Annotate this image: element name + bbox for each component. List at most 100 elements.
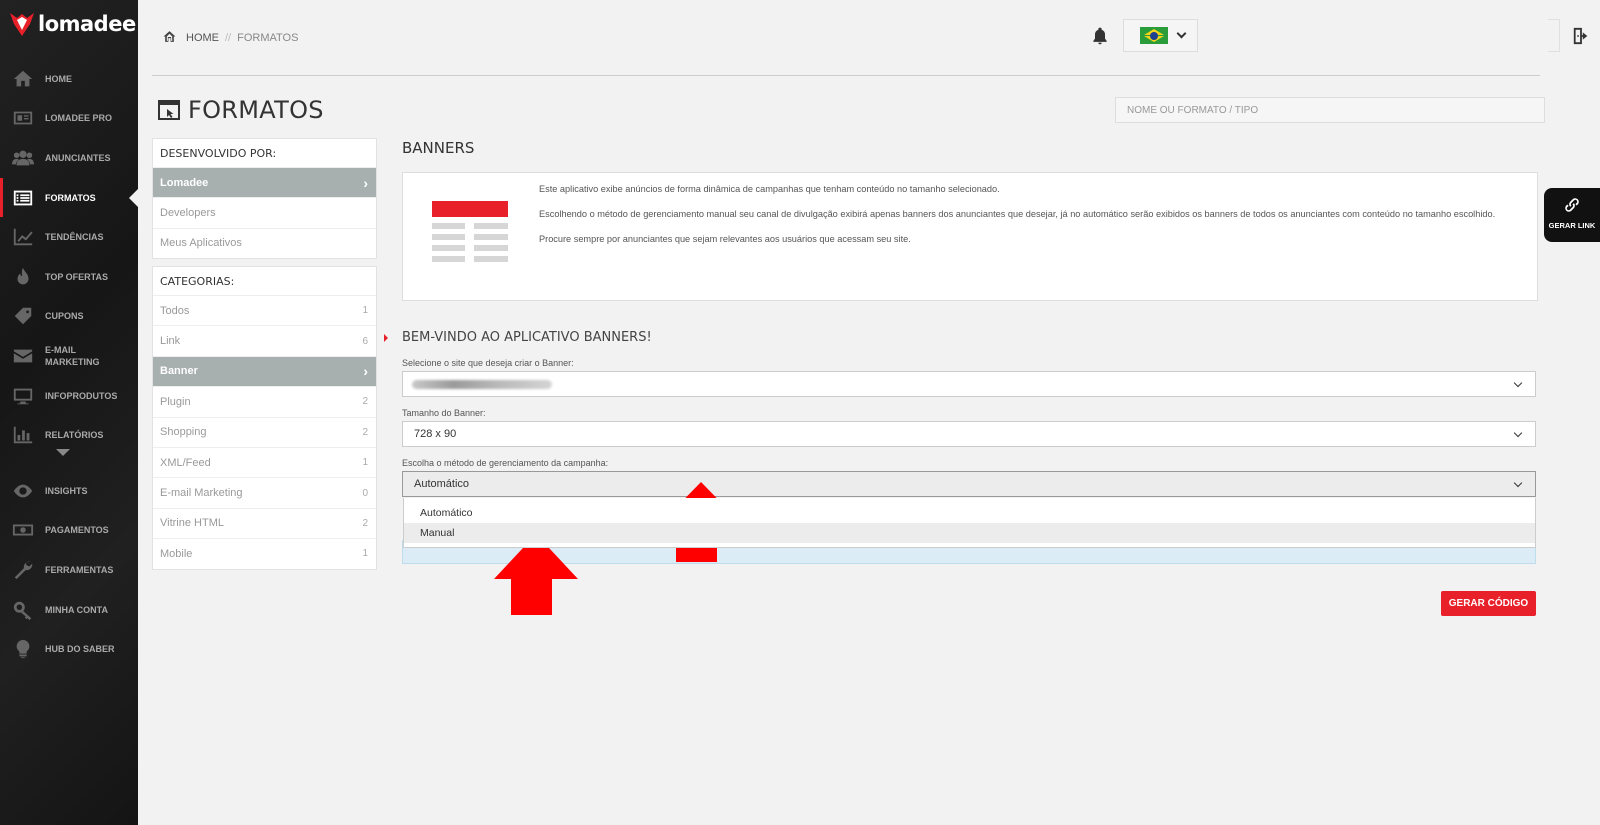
category-item-vitrine-html[interactable]: Vitrine HTML 2 — [153, 507, 376, 538]
method-label: Escolha o método de gerenciamento da cam… — [402, 458, 609, 468]
sidebar-item-minha-conta[interactable]: MINHA CONTA — [0, 590, 138, 630]
description-paragraph: Este aplicativo exibe anúncios de forma … — [539, 184, 1000, 194]
category-count: 0 — [362, 487, 368, 499]
chevron-right-icon: › — [363, 174, 368, 191]
language-selector[interactable] — [1123, 19, 1198, 52]
developer-item-developers[interactable]: Developers — [153, 197, 376, 227]
sidebar-item-insights[interactable]: INSIGHTS — [0, 471, 138, 511]
sidebar-item-pagamentos[interactable]: PAGAMENTOS — [0, 511, 138, 551]
sidebar-item-label: FERRAMENTAS — [45, 564, 114, 575]
category-item-plugin[interactable]: Plugin 2 — [153, 386, 376, 416]
banner-size-select[interactable]: 728 x 90 — [402, 421, 1536, 447]
page-title: FORMATOS — [158, 96, 324, 124]
sidebar-item-infoprodutos[interactable]: INFOPRODUTOS — [0, 376, 138, 416]
sidebar-item-relatorios[interactable]: RELATÓRIOS — [0, 415, 138, 455]
category-label: Shopping — [160, 426, 207, 439]
category-item-email-marketing[interactable]: E-mail Marketing 0 — [153, 477, 376, 507]
blurred-site-value — [412, 379, 552, 389]
sidebar-item-label: TOP OFERTAS — [45, 271, 109, 282]
logo-text: lomadee — [38, 12, 136, 36]
users-icon — [12, 147, 34, 169]
developer-item-label: Developers — [160, 207, 216, 220]
breadcrumb-separator: // — [225, 32, 232, 44]
category-item-shopping[interactable]: Shopping 2 — [153, 416, 376, 447]
app-description: Este aplicativo exibe anúncios de forma … — [539, 183, 1529, 258]
sidebar-item-label: FORMATOS — [45, 192, 96, 203]
panel-heading: DESENVOLVIDO POR: — [160, 146, 277, 160]
category-count: 6 — [362, 335, 368, 347]
site-label: Selecione o site que deseja criar o Bann… — [402, 358, 574, 368]
list-icon — [12, 187, 34, 209]
sidebar-item-label: HUB DO SABER — [45, 644, 115, 655]
method-option-automatico[interactable]: Automático — [404, 503, 1535, 523]
gerar-link-button[interactable]: GERAR LINK — [1544, 188, 1600, 242]
sidebar-item-top-ofertas[interactable]: TOP OFERTAS — [0, 257, 138, 297]
home-icon[interactable] — [163, 30, 176, 46]
logout-icon[interactable] — [1572, 26, 1590, 51]
sidebar-item-label: RELATÓRIOS — [45, 430, 104, 441]
category-item-mobile[interactable]: Mobile 1 — [153, 538, 376, 568]
logo[interactable]: lomadee — [8, 10, 136, 38]
key-icon — [12, 599, 34, 621]
category-count: 2 — [362, 517, 368, 529]
sidebar-item-tendencias[interactable]: TENDÊNCIAS — [0, 217, 138, 257]
banner-size-label: Tamanho do Banner: — [402, 408, 486, 418]
sidebar-item-email-marketing[interactable]: E-MAIL MARKETING — [0, 336, 138, 376]
money-icon — [12, 519, 34, 541]
chevron-down-icon — [1513, 478, 1523, 488]
brazil-flag-icon — [1140, 27, 1168, 44]
category-item-xml-feed[interactable]: XML/Feed 1 — [153, 446, 376, 477]
header-divider — [152, 75, 1540, 76]
breadcrumb-home-link[interactable]: HOME — [186, 32, 219, 44]
category-item-todos[interactable]: Todos 1 — [153, 295, 376, 325]
notifications-bell-icon[interactable] — [1090, 26, 1110, 51]
sidebar-item-label: LOMADEE PRO — [45, 113, 113, 124]
sidebar-item-ferramentas[interactable]: FERRAMENTAS — [0, 550, 138, 590]
category-label: Link — [160, 335, 181, 348]
sidebar-item-label: ANUNCIANTES — [45, 152, 111, 163]
generate-code-button[interactable]: GERAR CÓDIGO — [1441, 591, 1536, 616]
sidebar-item-anunciantes[interactable]: ANUNCIANTES — [0, 138, 138, 178]
category-item-link[interactable]: Link 6 — [153, 325, 376, 355]
search-input[interactable] — [1115, 97, 1545, 123]
topbar-divider — [1548, 19, 1560, 52]
category-item-banner[interactable]: Banner › — [153, 355, 376, 387]
category-label: Vitrine HTML — [160, 517, 224, 530]
gerar-link-label: GERAR LINK — [1548, 221, 1596, 230]
sidebar-item-cupons[interactable]: CUPONS — [0, 297, 138, 337]
site-select[interactable] — [402, 371, 1536, 397]
section-title: BANNERS — [402, 139, 475, 157]
chevron-down-icon — [1513, 378, 1523, 388]
welcome-heading: BEM-VINDO AO APLICATIVO BANNERS! — [402, 330, 652, 345]
bar-chart-icon — [12, 424, 34, 446]
formats-window-icon — [158, 100, 180, 120]
breadcrumb: HOME // FORMATOS — [163, 30, 298, 46]
sidebar-item-formatos[interactable]: FORMATOS — [0, 177, 138, 218]
panel-heading: CATEGORIAS: — [160, 274, 235, 288]
category-label: E-mail Marketing — [160, 487, 243, 500]
app-description-box: Este aplicativo exibe anúncios de forma … — [402, 172, 1538, 301]
description-paragraph: Procure sempre por anunciantes que sejam… — [539, 234, 911, 244]
method-select[interactable]: Automático — [402, 471, 1536, 497]
eye-icon — [12, 480, 34, 502]
developer-item-lomadee[interactable]: Lomadee › — [153, 167, 376, 198]
sidebar-item-hub-do-saber[interactable]: HUB DO SABER — [0, 629, 138, 669]
category-label: Mobile — [160, 547, 193, 560]
category-label: Banner — [160, 365, 198, 378]
mail-icon — [12, 345, 34, 367]
developer-item-label: Meus Aplicativos — [160, 237, 242, 250]
sidebar-item-label: CUPONS — [45, 311, 84, 322]
sidebar-item-label: INFOPRODUTOS — [45, 390, 118, 401]
sidebar-item-lomadee-pro[interactable]: LOMADEE PRO — [0, 99, 138, 139]
category-count: 1 — [362, 305, 368, 317]
sidebar-item-label: MINHA CONTA — [45, 604, 108, 615]
developer-item-label: Lomadee — [160, 176, 209, 189]
sidebar-item-label: PAGAMENTOS — [45, 525, 109, 536]
id-card-icon — [12, 107, 34, 129]
sidebar-item-home[interactable]: HOME — [0, 59, 138, 99]
description-paragraph: Escolhendo o método de gerenciamento man… — [539, 209, 1496, 219]
sidebar-item-label: TENDÊNCIAS — [45, 232, 104, 243]
developer-item-meus-aplicativos[interactable]: Meus Aplicativos — [153, 227, 376, 258]
chevron-right-icon: › — [363, 363, 368, 380]
method-option-manual[interactable]: Manual — [404, 523, 1535, 543]
